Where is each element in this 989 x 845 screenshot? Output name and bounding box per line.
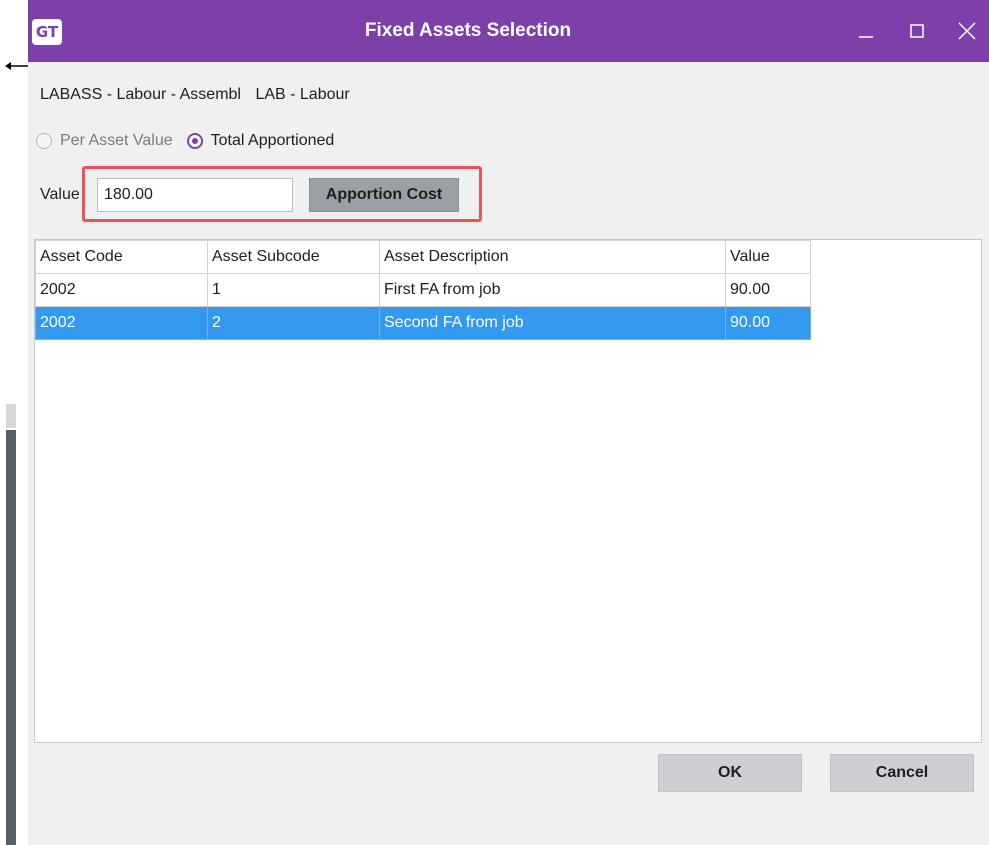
radio-unchecked-icon — [36, 133, 52, 149]
fixed-assets-selection-window: GT Fixed Assets Selection LABASS - Labou… — [0, 0, 989, 845]
minimize-button[interactable] — [849, 14, 883, 48]
per-asset-value-label: Per Asset Value — [60, 132, 173, 149]
dialog-content: LABASS - Labour - Assembl LAB - Labour P… — [28, 62, 989, 845]
maximize-icon — [910, 24, 924, 38]
asset-description-cell[interactable]: First FA from job — [379, 273, 726, 307]
close-icon — [958, 22, 976, 40]
asset-value-cell[interactable]: 90.00 — [725, 306, 811, 340]
minimize-icon — [859, 36, 873, 38]
value-label: Value — [40, 186, 80, 203]
radio-checked-icon — [186, 133, 203, 149]
table-row[interactable]: 2002 1 First FA from job 90.00 — [35, 273, 811, 307]
column-header-asset-subcode[interactable]: Asset Subcode — [207, 240, 380, 274]
scrollbar-thumb[interactable] — [6, 404, 16, 428]
table-header-row: Asset Code Asset Subcode Asset Descripti… — [35, 240, 811, 274]
asset-subcode-cell[interactable]: 1 — [207, 273, 380, 307]
asset-code-cell[interactable]: 2002 — [35, 273, 208, 307]
item-codes: LABASS - Labour - Assembl LAB - Labour — [40, 86, 350, 104]
apportion-mode-group: Per Asset Value Total Apportioned — [36, 132, 348, 150]
column-header-value[interactable]: Value — [725, 240, 811, 274]
ok-button[interactable]: OK — [658, 754, 802, 792]
title-bar[interactable]: GT Fixed Assets Selection — [28, 0, 989, 62]
column-header-asset-description[interactable]: Asset Description — [379, 240, 726, 274]
item-code-label: LABASS - Labour - Assembl — [40, 86, 241, 103]
asset-subcode-cell[interactable]: 2 — [207, 306, 380, 340]
asset-table: Asset Code Asset Subcode Asset Descripti… — [35, 240, 811, 340]
window-title: Fixed Assets Selection — [364, 20, 572, 41]
table-row-selected[interactable]: 2002 2 Second FA from job 90.00 — [35, 306, 811, 340]
maximize-button[interactable] — [900, 14, 934, 48]
cancel-button[interactable]: Cancel — [830, 754, 974, 792]
asset-grid[interactable]: Asset Code Asset Subcode Asset Descripti… — [34, 239, 982, 743]
close-button[interactable] — [950, 14, 984, 48]
asset-code-cell[interactable]: 2002 — [35, 306, 208, 340]
background-window-strip — [0, 0, 28, 845]
total-apportioned-label: Total Apportioned — [210, 132, 335, 149]
per-asset-value-radio[interactable]: Per Asset Value — [36, 132, 173, 150]
column-header-asset-code[interactable]: Asset Code — [35, 240, 208, 274]
total-apportioned-radio[interactable]: Total Apportioned — [186, 132, 335, 150]
annotation-highlight-box — [82, 166, 482, 222]
asset-description-cell[interactable]: Second FA from job — [379, 306, 726, 340]
asset-value-cell[interactable]: 90.00 — [725, 273, 811, 307]
category-code-label: LAB - Labour — [255, 86, 350, 103]
scrollbar-track[interactable] — [6, 430, 16, 845]
